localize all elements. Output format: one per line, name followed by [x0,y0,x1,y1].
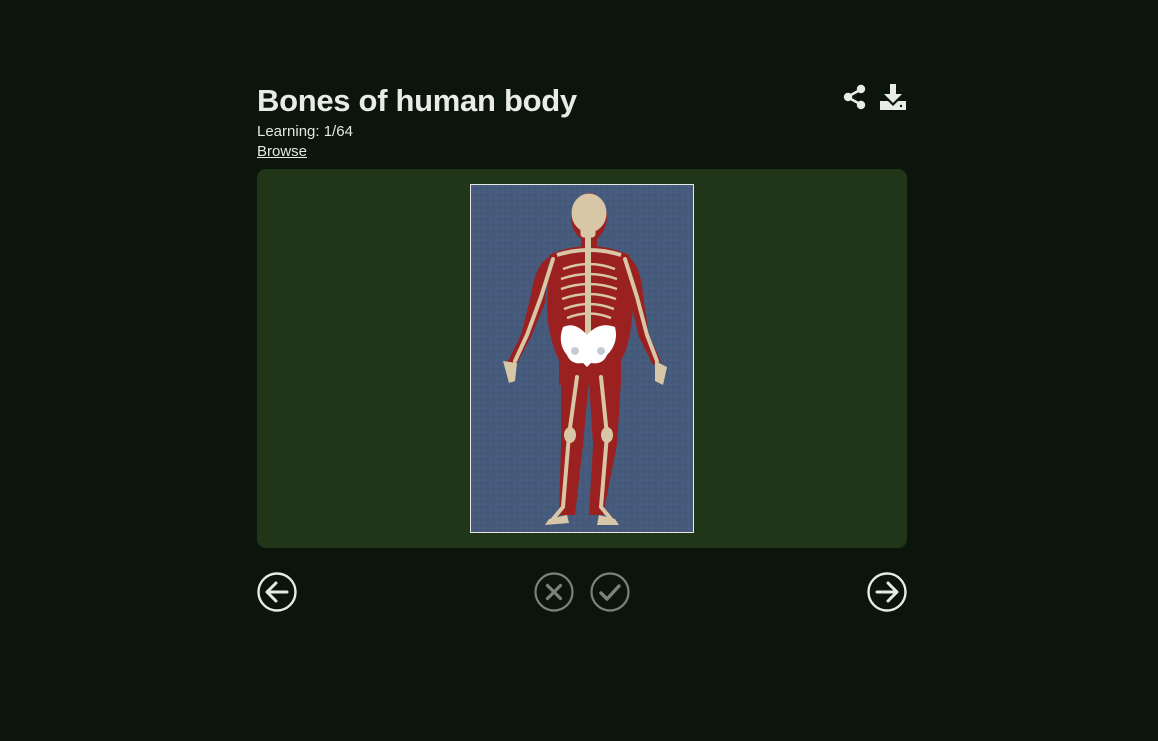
arrow-left-circle-icon [257,572,297,612]
download-icon [880,84,906,110]
deck-actions [841,82,907,112]
x-circle-icon [534,572,574,612]
flashcard[interactable] [257,169,907,548]
browse-link[interactable]: Browse [257,142,307,162]
share-icon [843,84,866,110]
learning-progress: Learning: 1/64 [257,123,353,140]
download-button[interactable] [879,82,907,112]
flashcard-page: Bones of human body Learning: 1/64 Brows… [257,80,907,612]
card-image [470,184,694,533]
check-circle-icon [590,572,630,612]
share-button[interactable] [841,82,869,112]
arrow-right-circle-icon [867,572,907,612]
mark-correct-button[interactable] [590,572,630,612]
card-navigation [257,572,907,614]
mark-wrong-button[interactable] [534,572,574,612]
skeleton-illustration [471,185,693,532]
previous-card-button[interactable] [257,572,297,612]
deck-title: Bones of human body [257,83,577,118]
next-card-button[interactable] [867,572,907,612]
